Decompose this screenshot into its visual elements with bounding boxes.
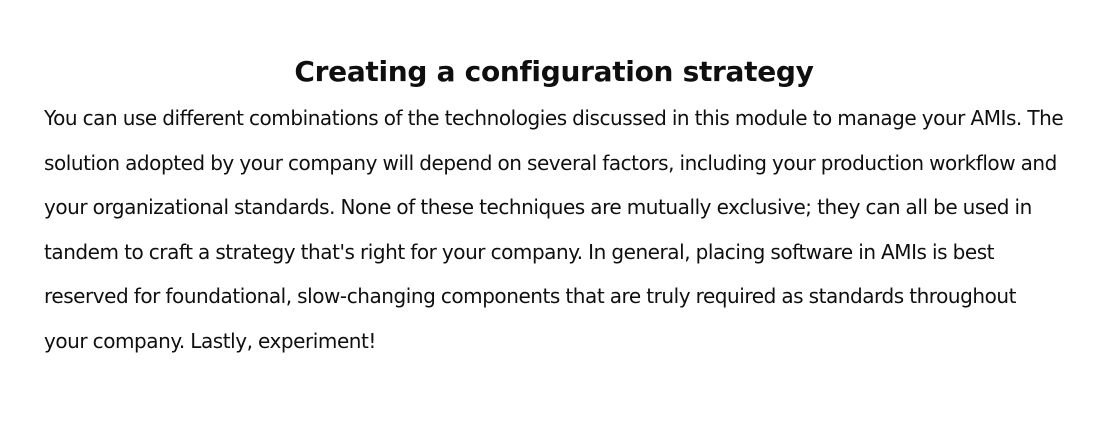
section-title: Creating a configuration strategy xyxy=(294,55,814,88)
content-section: Creating a configuration strategy You ca… xyxy=(44,52,1064,363)
page: { "section": { "title": "Creating a conf… xyxy=(0,0,1099,424)
section-body-paragraph: You can use different combinations of th… xyxy=(44,106,1064,353)
